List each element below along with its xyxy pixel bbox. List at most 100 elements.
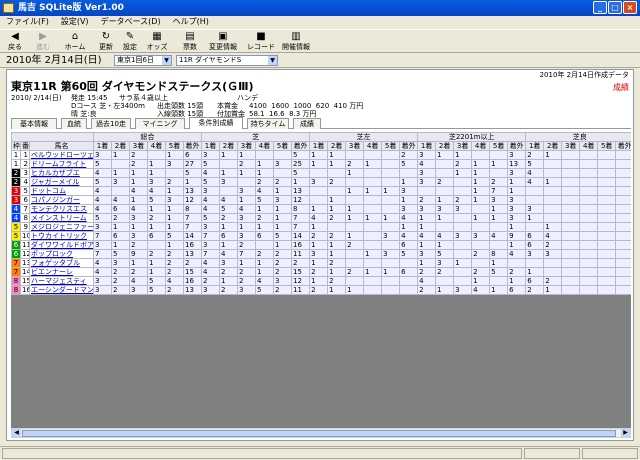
horse-name-link[interactable]: ジャガーメイル — [29, 177, 94, 187]
result-cell: 5 — [399, 159, 419, 169]
toolbar-button-0[interactable]: ◀ 戻る — [2, 31, 28, 53]
toolbar-button-label: 進む — [36, 43, 50, 51]
result-cell: 4 — [129, 204, 148, 214]
horse-number: 4 — [20, 177, 30, 187]
result-cell: 4 — [399, 213, 419, 223]
scroll-right-icon[interactable]: ▶ — [621, 429, 630, 437]
result-cell — [399, 276, 419, 286]
horse-name-link[interactable]: メジロジェニファー — [29, 222, 94, 232]
result-cell: 3 — [381, 231, 401, 241]
header-corner — [11, 132, 94, 142]
horse-name-link[interactable]: ハーマジェスティ — [29, 276, 94, 286]
result-cell — [543, 204, 563, 214]
toolbar-button-9[interactable]: ▥ 開催情報 — [278, 31, 314, 53]
close-button[interactable]: × — [623, 1, 637, 14]
horizontal-scrollbar[interactable]: ◀ ▶ — [11, 428, 631, 438]
table-row: 4 8 メインストリーム 5 2 3 2 1 7 5 2 3 2 1 7 4 2 1 1 1 4 1 1 1 1 3 1 — [11, 213, 631, 223]
horse-name-link[interactable]: モンテクリスエス — [29, 204, 94, 214]
result-cell: 2 — [129, 267, 148, 277]
toolbar-button-6[interactable]: ▤ 票数 — [176, 31, 204, 53]
horse-name-link[interactable]: ドリームフライト — [29, 159, 94, 169]
result-cell: 1 — [182, 177, 203, 187]
tab-0[interactable]: 基本情報 — [11, 118, 57, 129]
waku-cell: 7 — [11, 258, 21, 268]
horse-name-link[interactable]: フォゲッタブル — [29, 258, 94, 268]
result-cell — [615, 240, 631, 250]
results-link[interactable]: 成績 — [613, 82, 629, 93]
result-cell — [597, 276, 617, 286]
menu-item-1[interactable]: 設定(V) — [55, 16, 95, 28]
result-cell: 2 — [525, 285, 545, 295]
result-cell — [543, 267, 563, 277]
horse-name-link[interactable]: ビエンナーレ — [29, 267, 94, 277]
result-cell: 1 — [327, 285, 347, 295]
result-cell — [399, 258, 419, 268]
horse-name-link[interactable]: ドットコム — [29, 186, 94, 196]
toolbar-button-8[interactable]: ■ レコード — [244, 31, 278, 53]
result-cell — [561, 276, 581, 286]
result-cell: 1 — [489, 159, 509, 169]
tab-3[interactable]: マイニング — [135, 118, 185, 129]
horse-name-link[interactable]: トウカイトリック — [29, 231, 94, 241]
result-cell: 2 — [273, 285, 293, 295]
scroll-left-icon[interactable]: ◀ — [12, 429, 21, 437]
result-cell — [453, 177, 473, 187]
result-cell: 4 — [543, 231, 563, 241]
maximize-button[interactable]: □ — [608, 1, 622, 14]
toolbar-button-label: レコード — [247, 43, 275, 51]
tab-6[interactable]: 成績 — [293, 118, 321, 129]
result-cell — [435, 186, 455, 196]
result-cell: 16 — [182, 276, 203, 286]
result-cell: 2 — [255, 213, 275, 223]
horse-name-link[interactable]: ポップロック — [29, 249, 94, 259]
result-cell: 7 — [291, 222, 311, 232]
result-cell — [615, 267, 631, 277]
race-select[interactable]: 11R ダイヤモンドS ▼ — [176, 55, 278, 66]
result-cell: 1 — [111, 150, 130, 160]
horse-name-link[interactable]: メインストリーム — [29, 213, 94, 223]
result-cell: 7 — [93, 231, 112, 241]
result-cell: 5 — [435, 249, 455, 259]
tab-1[interactable]: 血統 — [61, 118, 87, 129]
horse-name-link[interactable]: ベルウッドローツェ — [29, 150, 94, 160]
toolbar-button-4[interactable]: ✎ 設定 — [116, 31, 144, 53]
result-cell: 13 — [182, 249, 203, 259]
result-cell: 1 — [453, 150, 473, 160]
horse-name-link[interactable]: ヒカルカザブエ — [29, 168, 94, 178]
result-cell: 2 — [165, 177, 184, 187]
horse-name-link[interactable]: コパノジンガー — [29, 195, 94, 205]
toolbar-button-5[interactable]: ▦ オッズ — [142, 31, 172, 53]
menu-item-0[interactable]: ファイル(F) — [0, 16, 55, 28]
tab-5[interactable]: 持ちタイム — [247, 118, 289, 129]
result-cell: 4 — [255, 276, 275, 286]
toolbar-button-7[interactable]: ▣ 変更情報 — [204, 31, 242, 53]
menu-item-2[interactable]: データベース(D) — [95, 16, 167, 28]
result-cell: 1 — [381, 267, 401, 277]
result-cell: 1 — [165, 240, 184, 250]
result-cell: 1 — [273, 240, 293, 250]
result-cell: 1 — [471, 276, 491, 286]
tab-bar: 基本情報 血統 過去10走 マイニング 条件別成績 持ちタイム 成績 — [11, 117, 631, 129]
horse-name-link[interactable]: ダイワワイルドボア — [29, 240, 94, 250]
result-cell: 1 — [507, 177, 527, 187]
result-cell: 3 — [507, 204, 527, 214]
result-cell — [561, 249, 581, 259]
minimize-button[interactable]: _ — [593, 1, 607, 14]
horse-name-link[interactable]: エーシンダードマン — [29, 285, 94, 295]
column-header: 3着 — [237, 141, 257, 151]
scroll-thumb[interactable] — [22, 430, 616, 437]
toolbar-button-2[interactable]: ⌂ ホーム — [58, 31, 92, 53]
tab-2[interactable]: 過去10走 — [91, 118, 131, 129]
result-cell — [543, 258, 563, 268]
result-cell — [579, 213, 599, 223]
waku-cell: 5 — [11, 231, 21, 241]
result-cell: 4 — [93, 267, 112, 277]
tab-4[interactable]: 条件別成績 — [189, 117, 243, 129]
venue-select[interactable]: 東京1回6日 ▼ — [114, 55, 172, 66]
horse-number: 2 — [20, 159, 30, 169]
result-cell: 2 — [147, 213, 166, 223]
result-cell: 1 — [471, 186, 491, 196]
menu-item-3[interactable]: ヘルプ(H) — [167, 16, 215, 28]
column-header: 2着 — [327, 141, 347, 151]
result-cell — [489, 168, 509, 178]
